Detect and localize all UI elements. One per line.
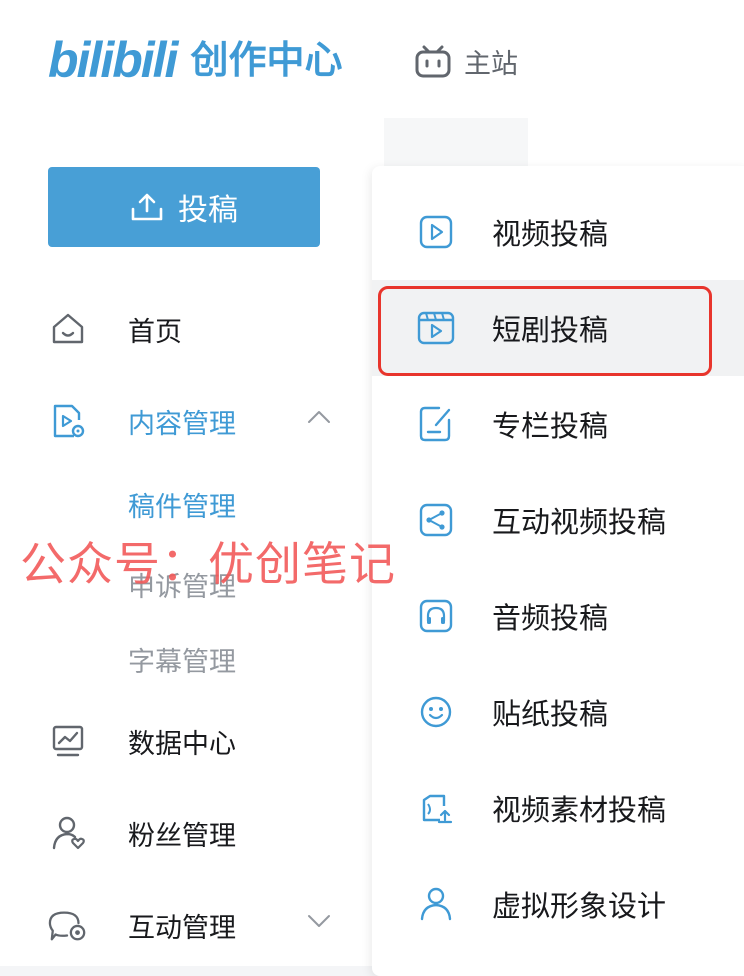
content-strip: [528, 118, 744, 168]
sidebar-item-label: 互动管理: [128, 912, 236, 944]
sub-item-manuscript[interactable]: 稿件管理: [128, 485, 236, 524]
content-gap: [384, 118, 528, 168]
menu-item-material-upload[interactable]: 视频素材投稿: [372, 760, 744, 856]
sidebar-item-interaction[interactable]: 互动管理: [48, 895, 348, 955]
user-heart-icon: [48, 813, 88, 853]
menu-item-label: 视频投稿: [492, 217, 609, 251]
logo-suffix: 创作中心: [190, 38, 343, 82]
chevron-up-icon[interactable]: [306, 409, 332, 425]
menu-item-label: 音频投稿: [492, 601, 609, 635]
sidebar-item-label: 内容管理: [128, 408, 236, 440]
top-bar: bilibili 创作中心 主站: [0, 0, 744, 118]
smiley-icon: [416, 692, 456, 732]
menu-item-label: 贴纸投稿: [492, 697, 609, 731]
bilibili-creator-logo[interactable]: bilibili 创作中心: [48, 30, 342, 90]
logo-brand: bilibili: [48, 32, 178, 88]
sidebar-item-home[interactable]: 首页: [48, 299, 348, 359]
main-site-label: 主站: [464, 49, 518, 80]
avatar-person-icon: [416, 884, 456, 924]
sidebar-item-content[interactable]: 内容管理: [48, 391, 348, 451]
menu-item-sticker-upload[interactable]: 贴纸投稿: [372, 664, 744, 760]
sidebar-item-label: 首页: [128, 316, 182, 348]
share-node-icon: [416, 500, 456, 540]
main-site-link[interactable]: 主站: [414, 42, 518, 81]
chart-monitor-icon: [48, 721, 88, 761]
content-doc-icon: [48, 401, 88, 441]
menu-item-label: 专栏投稿: [492, 409, 609, 443]
headphones-icon: [416, 596, 456, 636]
menu-item-label: 互动视频投稿: [492, 505, 667, 539]
upload-button[interactable]: 投稿: [48, 167, 320, 247]
material-upload-icon: [416, 788, 456, 828]
menu-item-article-upload[interactable]: 专栏投稿: [372, 376, 744, 472]
article-edit-icon: [416, 404, 456, 444]
sub-item-subtitle[interactable]: 字幕管理: [128, 640, 236, 679]
chevron-down-icon[interactable]: [306, 913, 332, 929]
sidebar-item-label: 粉丝管理: [128, 820, 236, 852]
home-icon: [48, 309, 88, 349]
video-play-icon: [416, 212, 456, 252]
tv-icon: [415, 45, 451, 77]
sidebar-item-label: 数据中心: [128, 728, 236, 760]
menu-item-label: 虚拟形象设计: [492, 889, 667, 923]
menu-item-interactive-video-upload[interactable]: 互动视频投稿: [372, 472, 744, 568]
watermark-text: 公众号：优创笔记: [20, 537, 396, 591]
menu-item-avatar-design[interactable]: 虚拟形象设计: [372, 856, 744, 952]
highlight-annotation-box: [378, 286, 712, 376]
menu-item-label: 视频素材投稿: [492, 793, 667, 827]
sidebar-item-data-center[interactable]: 数据中心: [48, 711, 348, 771]
upload-button-label: 投稿: [178, 193, 238, 228]
sidebar-item-fans[interactable]: 粉丝管理: [48, 803, 348, 863]
upload-icon: [131, 193, 163, 221]
menu-item-audio-upload[interactable]: 音频投稿: [372, 568, 744, 664]
chat-icon: [48, 905, 88, 945]
menu-item-video-upload[interactable]: 视频投稿: [372, 184, 744, 280]
